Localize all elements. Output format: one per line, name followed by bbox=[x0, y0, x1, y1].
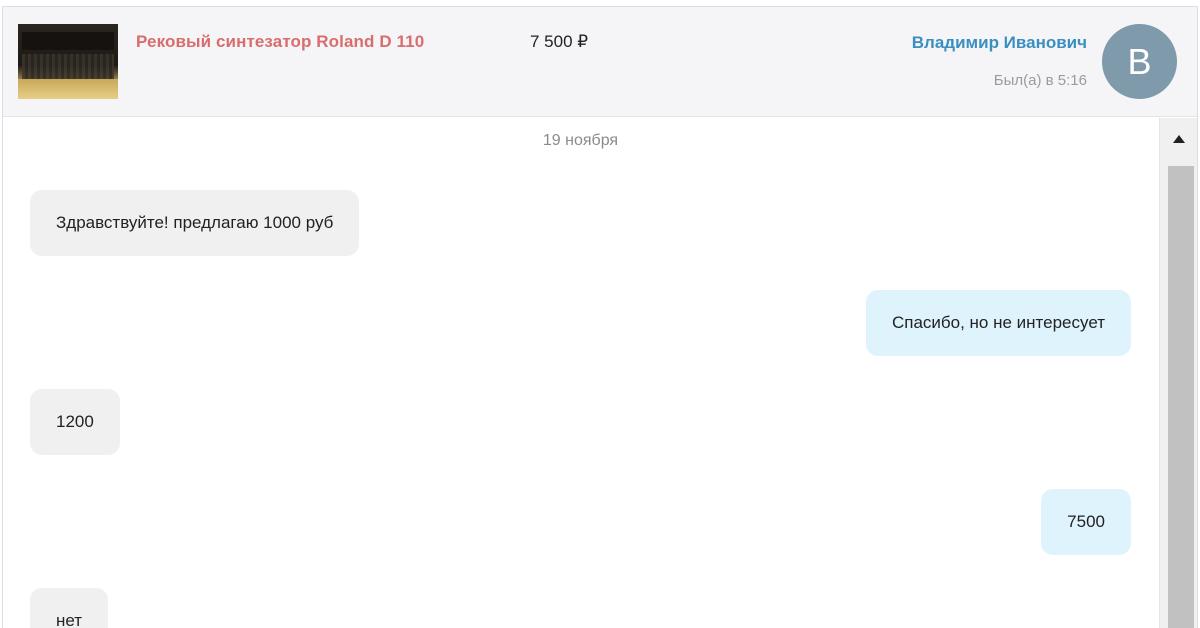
message-incoming: Здравствуйте! предлагаю 1000 руб bbox=[30, 190, 360, 256]
vertical-scrollbar[interactable] bbox=[1159, 118, 1197, 628]
message-outgoing: 7500 bbox=[1041, 489, 1131, 555]
contact-last-seen: Был(а) в 5:16 bbox=[993, 72, 1087, 89]
synth-body-graphic bbox=[22, 54, 114, 80]
listing-price: 7 500 ₽ bbox=[530, 32, 589, 51]
listing-thumbnail[interactable] bbox=[18, 24, 118, 99]
contact-name-link[interactable]: Владимир Иванович bbox=[912, 33, 1087, 53]
listing-title-link[interactable]: Рековый синтезатор Roland D 110 bbox=[136, 32, 424, 52]
arrow-up-icon bbox=[1172, 135, 1185, 143]
message-incoming: 1200 bbox=[30, 389, 120, 455]
chat-window: Рековый синтезатор Roland D 110 7 500 ₽ … bbox=[2, 6, 1198, 628]
synth-panel-graphic bbox=[22, 32, 114, 50]
floor-graphic bbox=[18, 79, 118, 99]
scroll-up-button[interactable] bbox=[1160, 124, 1197, 154]
scrollbar-thumb[interactable] bbox=[1168, 166, 1194, 628]
message-outgoing: Спасибо, но не интересует bbox=[865, 290, 1131, 356]
chat-header: Рековый синтезатор Roland D 110 7 500 ₽ … bbox=[3, 7, 1197, 117]
message-list[interactable]: 19 ноября Здравствуйте! предлагаю 1000 р… bbox=[3, 118, 1197, 628]
contact-avatar[interactable]: В bbox=[1102, 24, 1177, 99]
date-separator: 19 ноября bbox=[542, 132, 619, 149]
message-incoming: нет bbox=[30, 588, 109, 628]
